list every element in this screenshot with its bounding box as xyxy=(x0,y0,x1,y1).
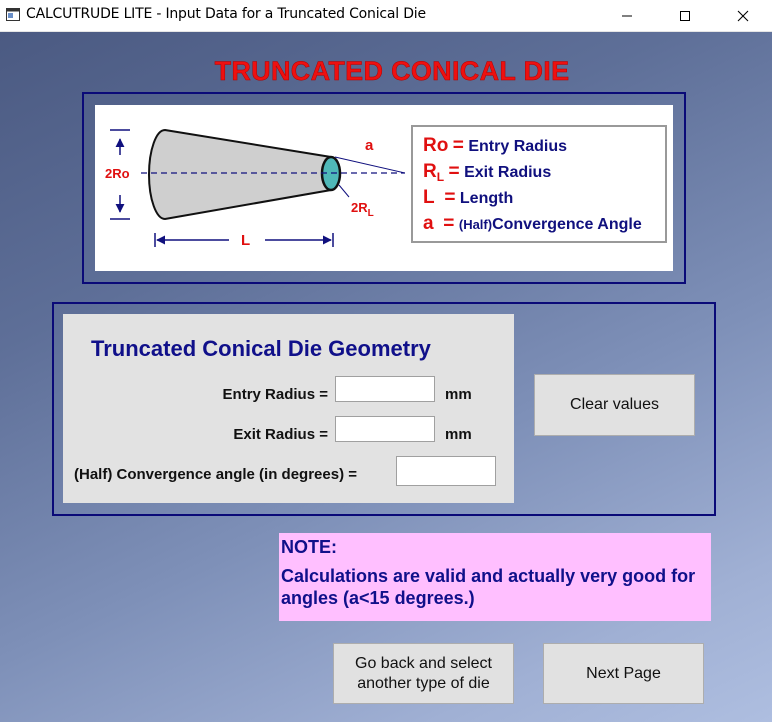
page-title: TRUNCATED CONICAL DIE xyxy=(214,56,570,87)
maximize-button[interactable] xyxy=(662,0,708,31)
minimize-button[interactable] xyxy=(604,0,650,31)
exit-radius-unit: mm xyxy=(445,426,472,443)
close-button[interactable] xyxy=(720,0,766,31)
note-title: NOTE: xyxy=(281,537,337,557)
legend-box: Ro = Entry Radius RL = Exit Radius L = L… xyxy=(411,125,667,243)
cone-diagram: 2Ro a L 2RL xyxy=(105,128,405,249)
exit-radius-input[interactable] xyxy=(335,416,435,442)
entry-radius-input[interactable] xyxy=(335,376,435,402)
entry-radius-label: Entry Radius = xyxy=(222,386,328,403)
exit-radius-label: Exit Radius = xyxy=(233,426,328,443)
close-icon xyxy=(737,10,749,21)
geometry-frame: Truncated Conical Die Geometry Entry Rad… xyxy=(52,302,716,516)
geometry-title: Truncated Conical Die Geometry xyxy=(91,336,431,361)
label-2rl: 2RL xyxy=(351,200,374,219)
note-body: Calculations are valid and actually very… xyxy=(281,566,696,608)
label-length: L xyxy=(241,232,250,249)
entry-radius-unit: mm xyxy=(445,386,472,403)
label-angle: a xyxy=(365,137,374,154)
legend-angle: a = (Half)Convergence Angle xyxy=(423,213,642,234)
diagram-panel: 2Ro a L 2RL Ro = Entry Radius RL = Exit … xyxy=(95,105,673,271)
app-icon xyxy=(6,8,20,21)
maximize-icon xyxy=(680,10,690,21)
window-titlebar: CALCUTRUDE LITE - Input Data for a Trunc… xyxy=(0,0,772,32)
note-box: NOTE: Calculations are valid and actuall… xyxy=(279,533,711,621)
go-back-button[interactable]: Go back and select another type of die xyxy=(333,643,514,704)
minimize-icon xyxy=(622,15,632,16)
angle-label: (Half) Convergence angle (in degrees) = xyxy=(74,466,357,483)
window-title: CALCUTRUDE LITE - Input Data for a Trunc… xyxy=(26,6,426,22)
geometry-panel: Truncated Conical Die Geometry Entry Rad… xyxy=(63,314,514,503)
legend-entry-radius: Ro = Entry Radius xyxy=(423,135,568,156)
clear-values-button[interactable]: Clear values xyxy=(534,374,695,436)
legend-length: L = Length xyxy=(423,187,514,208)
next-page-button[interactable]: Next Page xyxy=(543,643,704,704)
cone-body xyxy=(148,128,332,221)
angle-input[interactable] xyxy=(396,456,496,486)
label-2ro: 2Ro xyxy=(105,166,130,181)
client-area: TRUNCATED CONICAL DIE 2Ro a L 2RL Ro = E… xyxy=(0,32,772,722)
diagram-frame: 2Ro a L 2RL Ro = Entry Radius RL = Exit … xyxy=(82,92,686,284)
legend-exit-radius: RL = Exit Radius xyxy=(423,161,552,185)
